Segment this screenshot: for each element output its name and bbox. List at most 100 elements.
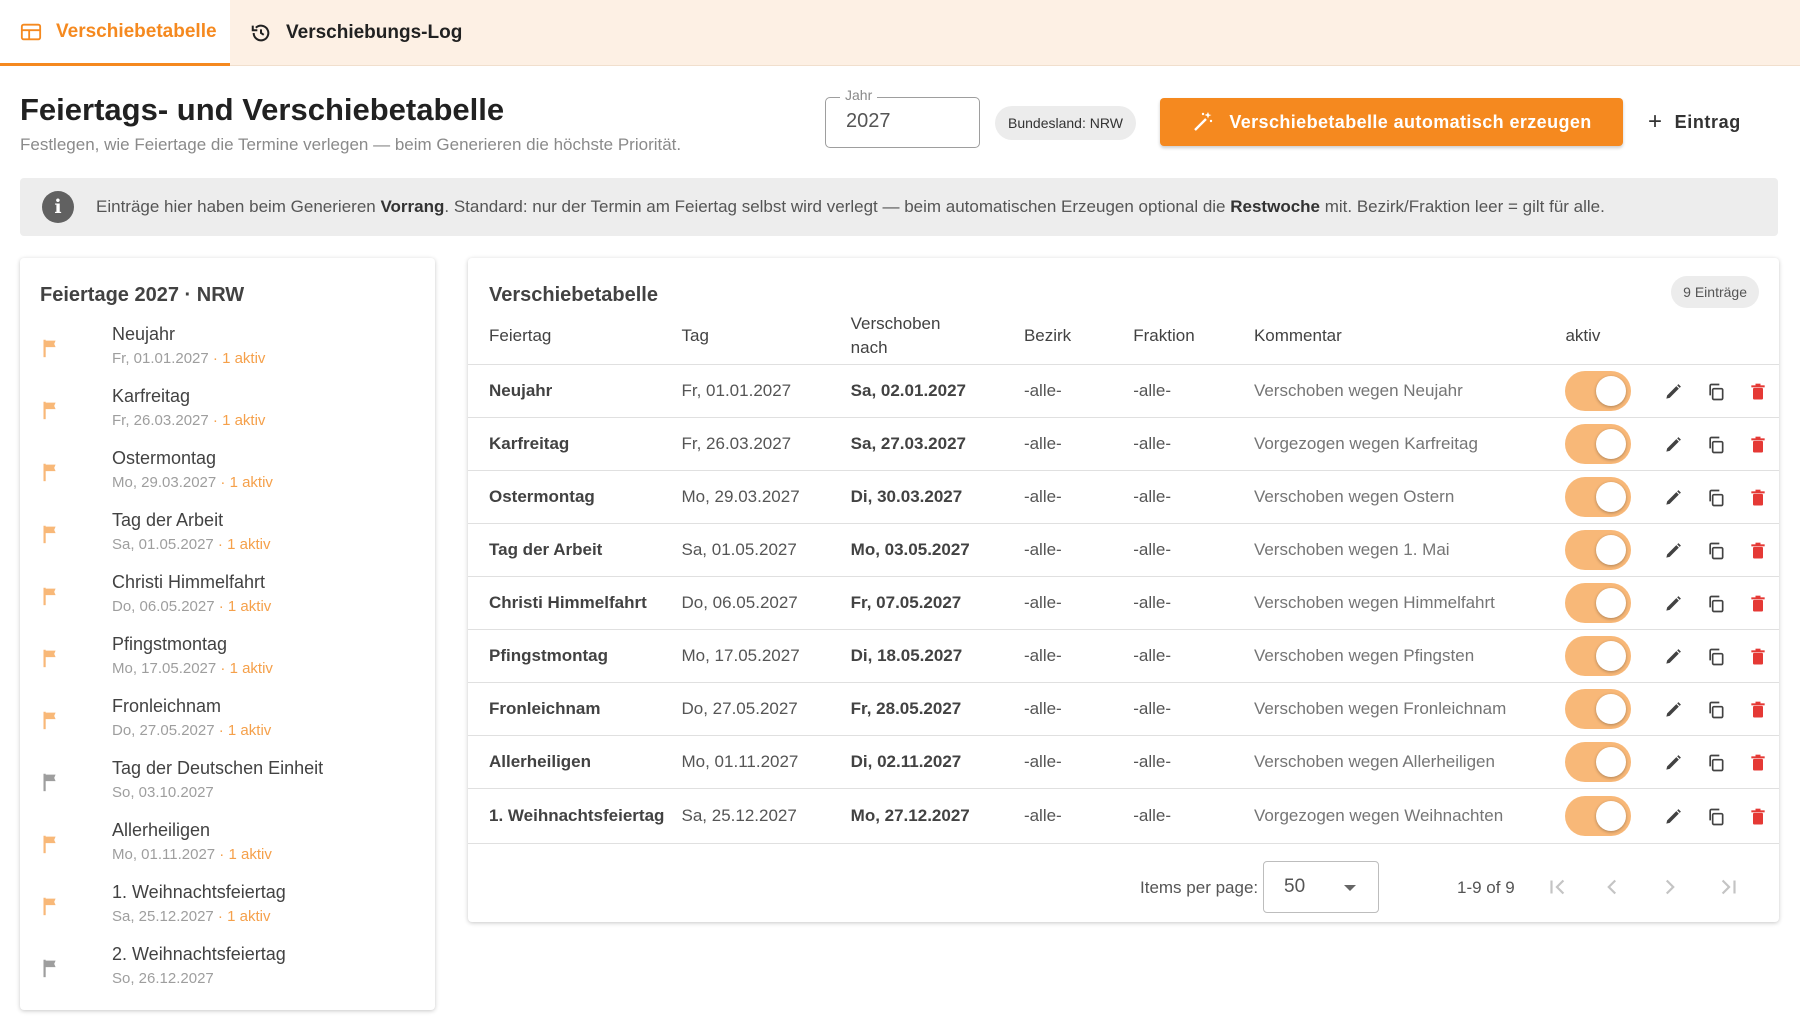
info-text-part: . Standard: nur der Termin am Feiertag s… (444, 197, 1231, 216)
holiday-list-item[interactable]: Pfingstmontag Mo, 17.05.2027 · 1 aktiv (20, 630, 435, 692)
flag-icon (43, 897, 56, 916)
holiday-list-item[interactable]: Allerheiligen Mo, 01.11.2027 · 1 aktiv (20, 816, 435, 878)
table-row: Tag der Arbeit Sa, 01.05.2027 Mo, 03.05.20… (468, 523, 1779, 577)
col-header-bezirk[interactable]: Bezirk (1023, 308, 1134, 365)
pencil-icon[interactable] (1663, 753, 1683, 773)
holiday-list-item[interactable]: Karfreitag Fr, 26.03.2027 · 1 aktiv (20, 382, 435, 444)
trash-icon[interactable] (1748, 807, 1768, 827)
col-header-feiertag[interactable]: Feiertag (468, 308, 682, 365)
trash-icon[interactable] (1748, 647, 1768, 667)
items-per-page-select[interactable]: 50 (1263, 861, 1379, 913)
generate-table-button[interactable]: Verschiebetabelle automatisch erzeugen (1160, 98, 1623, 146)
next-page-icon[interactable] (1657, 874, 1683, 900)
entry-count-chip: 9 Einträge (1671, 276, 1759, 308)
holiday-date: Do, 27.05.2027 (112, 722, 215, 739)
info-text-part: mit. Bezirk/Fraktion leer = gilt für all… (1320, 197, 1605, 216)
holiday-list-item[interactable]: Tag der Arbeit Sa, 01.05.2027 · 1 aktiv (20, 506, 435, 568)
active-toggle[interactable] (1565, 688, 1632, 729)
tab-bar: Verschiebetabelle Verschiebungs-Log (0, 0, 1800, 66)
holiday-date-line: Mo, 01.11.2027 · 1 aktiv (112, 846, 272, 863)
trash-icon[interactable] (1748, 488, 1768, 508)
pencil-icon[interactable] (1663, 541, 1683, 561)
holiday-list-item[interactable]: Ostermontag Mo, 29.03.2027 · 1 aktiv (20, 444, 435, 506)
cell-delete (1736, 364, 1779, 418)
flag-icon (43, 463, 56, 482)
magic-wand-icon (1194, 112, 1213, 131)
copy-icon[interactable] (1706, 753, 1726, 773)
copy-icon[interactable] (1706, 435, 1726, 455)
active-toggle[interactable] (1565, 582, 1632, 623)
pencil-icon[interactable] (1663, 435, 1683, 455)
trash-icon[interactable] (1748, 382, 1768, 402)
active-toggle[interactable] (1565, 529, 1632, 570)
active-toggle[interactable] (1565, 476, 1632, 517)
copy-icon[interactable] (1706, 488, 1726, 508)
holiday-name: Allerheiligen (112, 820, 211, 840)
active-toggle[interactable] (1565, 635, 1632, 676)
active-toggle[interactable] (1565, 370, 1632, 411)
trash-icon[interactable] (1748, 541, 1768, 561)
copy-icon[interactable] (1706, 541, 1726, 561)
first-page-icon[interactable] (1545, 874, 1571, 900)
holiday-date-line: So, 26.12.2027 (112, 970, 214, 987)
trash-icon[interactable] (1748, 435, 1768, 455)
holiday-active-count: · 1 aktiv (214, 722, 272, 739)
copy-icon[interactable] (1706, 594, 1726, 614)
cell-fraktion: -alle- (1133, 417, 1254, 471)
cell-copy (1694, 682, 1737, 736)
cell-feiertag: 1. Weihnachtsfeiertag (468, 788, 682, 844)
cell-feiertag: Christi Himmelfahrt (468, 576, 682, 630)
active-toggle[interactable] (1565, 423, 1632, 464)
holiday-list-item[interactable]: Fronleichnam Do, 27.05.2027 · 1 aktiv (20, 692, 435, 754)
previous-page-icon[interactable] (1599, 874, 1625, 900)
trash-icon[interactable] (1748, 753, 1768, 773)
cell-delete (1736, 629, 1779, 683)
cell-bezirk: -alle- (1023, 364, 1134, 418)
col-header-kommentar[interactable]: Kommentar (1253, 308, 1566, 365)
col-header-fraktion[interactable]: Fraktion (1133, 308, 1254, 365)
copy-icon[interactable] (1706, 647, 1726, 667)
holiday-date-line: Do, 06.05.2027 · 1 aktiv (112, 598, 271, 615)
cell-edit (1652, 682, 1695, 736)
trash-icon[interactable] (1748, 700, 1768, 720)
flag-icon (43, 587, 56, 606)
last-page-icon[interactable] (1715, 874, 1741, 900)
cell-bezirk: -alle- (1023, 576, 1134, 630)
holiday-list-item[interactable]: Christi Himmelfahrt Do, 06.05.2027 · 1 ak… (20, 568, 435, 630)
table-row: Fronleichnam Do, 27.05.2027 Fr, 28.05.2027… (468, 682, 1779, 736)
active-toggle[interactable] (1565, 741, 1632, 782)
col-header-tag[interactable]: Tag (681, 308, 851, 365)
pencil-icon[interactable] (1663, 488, 1683, 508)
pencil-icon[interactable] (1663, 594, 1683, 614)
trash-icon[interactable] (1748, 594, 1768, 614)
plus-icon: + (1648, 108, 1663, 135)
holiday-name: Karfreitag (112, 386, 191, 406)
tab-verschiebungs-log[interactable]: Verschiebungs-Log (250, 0, 462, 66)
items-per-page-label: Items per page: (1140, 878, 1259, 897)
cell-bezirk: -alle- (1023, 682, 1134, 736)
col-header-aktiv[interactable]: aktiv (1565, 308, 1653, 365)
holiday-name: Tag der Arbeit (112, 510, 224, 530)
holiday-list-item[interactable]: 2. Weihnachtsfeiertag So, 26.12.2027 (20, 940, 435, 1002)
shift-table-title: Verschiebetabelle (489, 284, 658, 306)
year-input[interactable] (846, 110, 966, 133)
holiday-list-item[interactable]: Tag der Deutschen Einheit So, 03.10.2027 (20, 754, 435, 816)
cell-delete (1736, 682, 1779, 736)
pencil-icon[interactable] (1663, 700, 1683, 720)
pencil-icon[interactable] (1663, 382, 1683, 402)
cell-fraktion: -alle- (1133, 735, 1254, 789)
holiday-list-item[interactable]: Neujahr Fr, 01.01.2027 · 1 aktiv (20, 320, 435, 382)
year-field[interactable]: Jahr (825, 87, 980, 148)
add-entry-button[interactable]: + Eintrag (1648, 104, 1741, 140)
pencil-icon[interactable] (1663, 647, 1683, 667)
active-toggle[interactable] (1565, 795, 1632, 836)
copy-icon[interactable] (1706, 700, 1726, 720)
col-header-verschoben[interactable]: Verschoben nach (850, 308, 1024, 365)
copy-icon[interactable] (1706, 382, 1726, 402)
shift-table-card: Verschiebetabelle 9 Einträge Feiertag Ta… (468, 258, 1779, 922)
copy-icon[interactable] (1706, 807, 1726, 827)
col-header-copy (1694, 308, 1737, 365)
pencil-icon[interactable] (1663, 807, 1683, 827)
tab-verschiebetabelle[interactable]: Verschiebetabelle (0, 0, 230, 66)
holiday-list-item[interactable]: 1. Weihnachtsfeiertag Sa, 25.12.2027 · 1 … (20, 878, 435, 940)
